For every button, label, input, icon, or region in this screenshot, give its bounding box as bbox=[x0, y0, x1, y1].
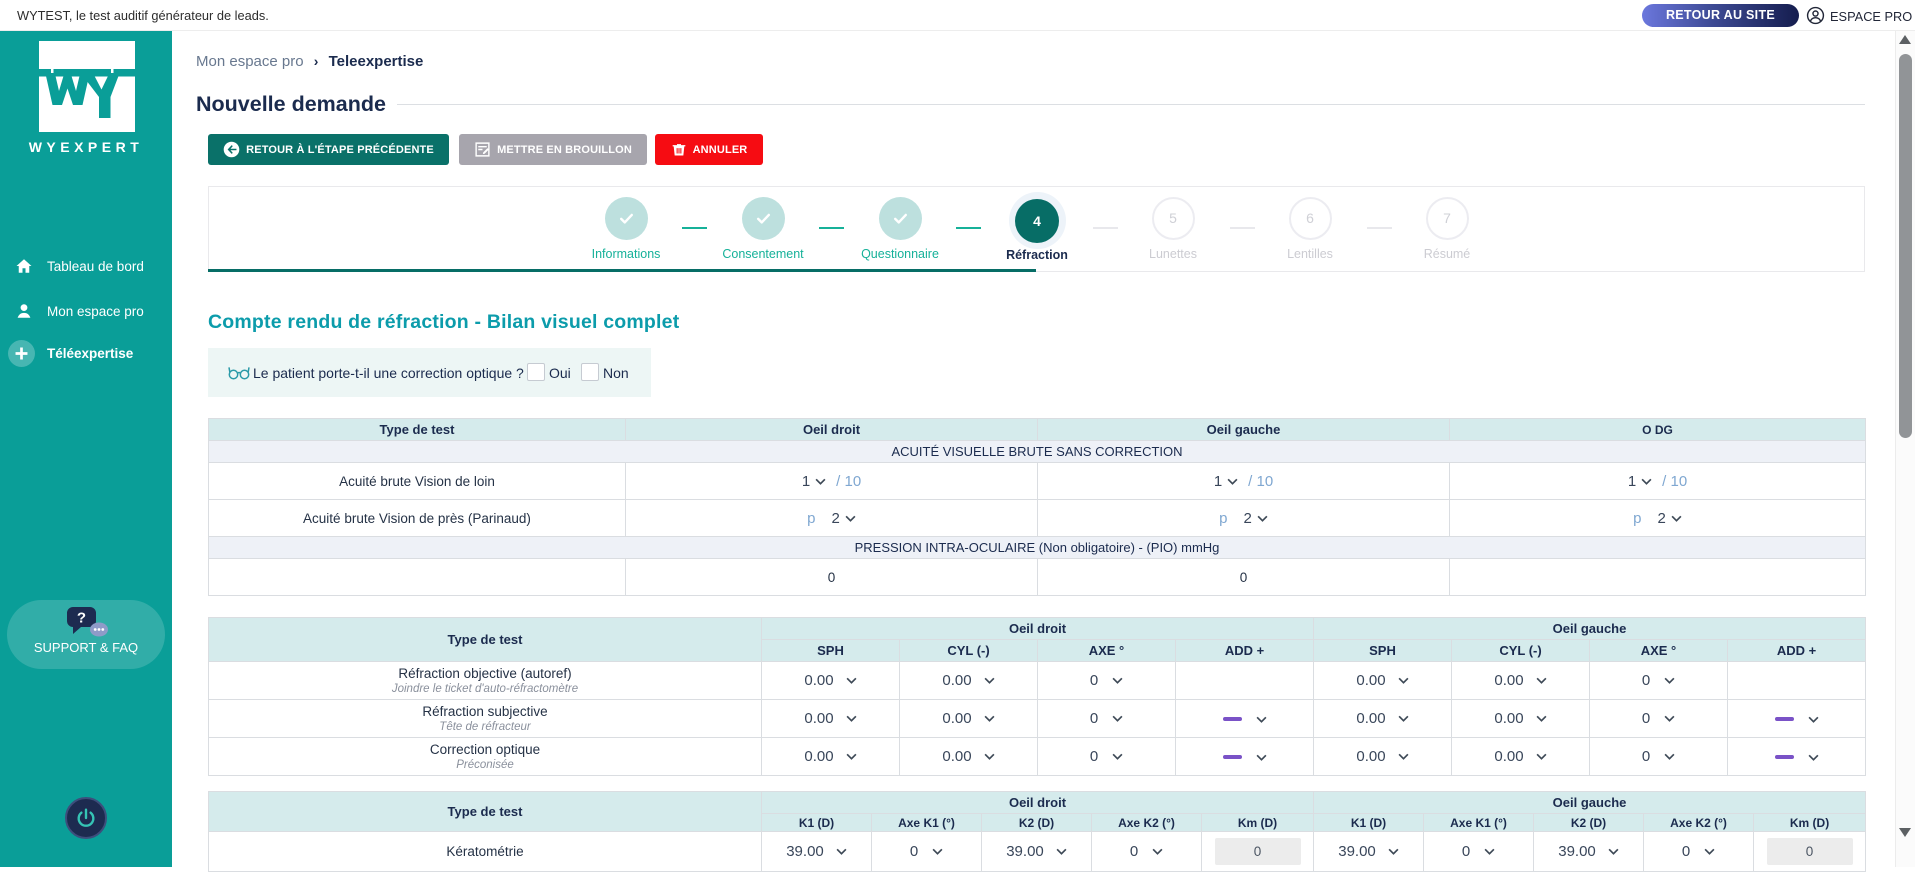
svg-text:?: ? bbox=[77, 610, 86, 627]
